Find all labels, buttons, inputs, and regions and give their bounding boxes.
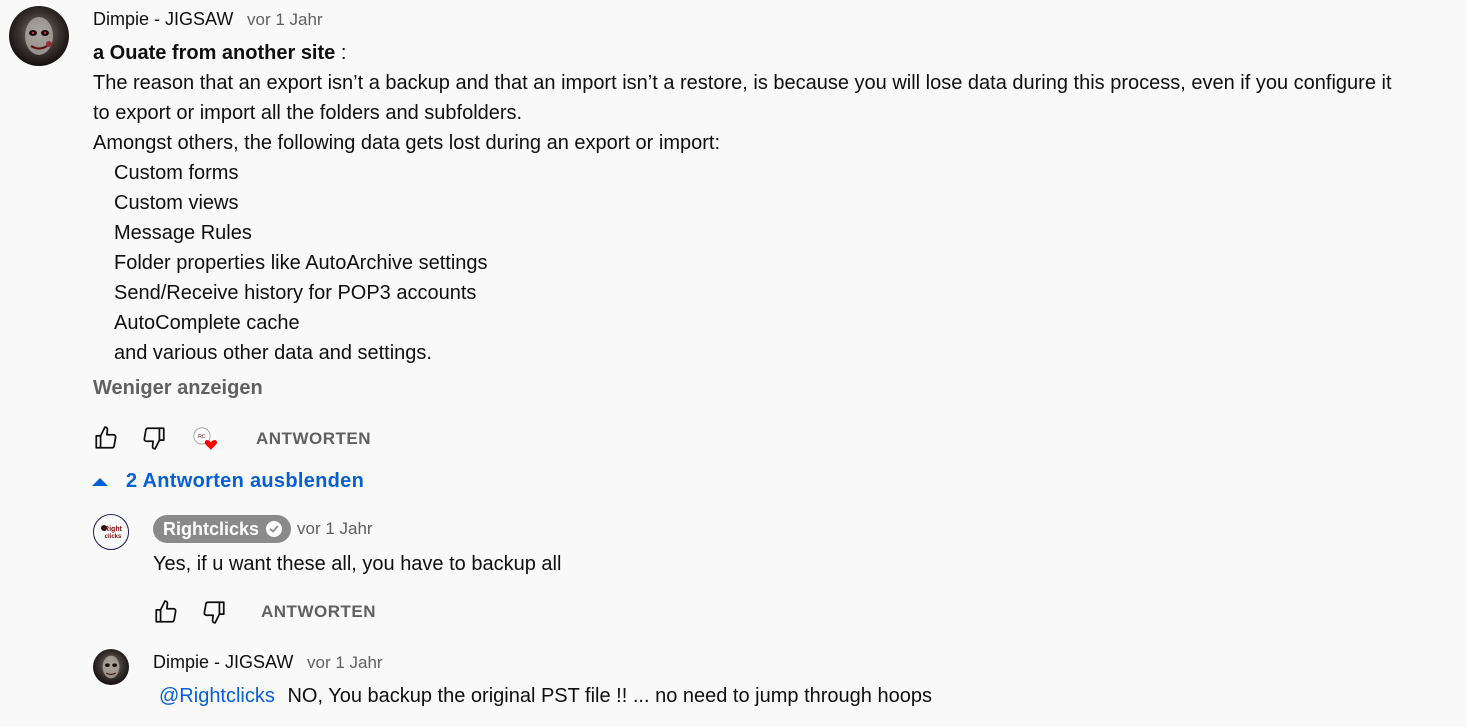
quote-suffix: : [335,42,347,64]
mention-link[interactable]: @Rightclicks [159,685,275,707]
reply-text: @Rightclicks NO, You backup the original… [153,685,932,708]
reply-timestamp[interactable]: vor 1 Jahr [307,653,383,673]
list-item: and various other data and settings. [114,342,432,364]
reply-author-badge[interactable]: Rightclicks [153,515,292,543]
chevron-up-icon [92,477,108,486]
show-less-button[interactable]: Weniger anzeigen [93,377,263,400]
rightclicks-logo-icon: Right clicks [95,516,127,548]
reply-avatar[interactable] [93,649,129,685]
list-item: Folder properties like AutoArchive setti… [114,252,488,274]
dark-face-avatar-icon [9,6,69,66]
list-item: Custom views [114,192,239,214]
svg-text:Right: Right [104,526,123,533]
thumbs-down-icon [203,601,225,624]
creator-heart-badge: RC [193,427,225,459]
like-button[interactable] [153,599,179,625]
thumbs-up-icon [95,426,117,449]
thumbs-up-icon [155,600,177,623]
list-item: Message Rules [114,222,252,244]
quote-bold-text: a Ouate from another site [93,42,336,64]
comment-avatar[interactable] [9,6,69,66]
svg-text:clicks: clicks [105,534,122,540]
comment-quote-line: a Ouate from another site : [93,38,346,68]
creator-heart-icon: RC [193,427,218,450]
list-item: AutoComplete cache [114,312,300,334]
list-item: Send/Receive history for POP3 accounts [114,282,477,304]
reply-author: Rightclicks [163,518,260,539]
comment-line-1: The reason that an export isn’t a backup… [93,72,1392,94]
hide-replies-button[interactable]: 2 Antworten ausblenden [90,470,364,493]
dark-face-avatar-icon [93,649,129,685]
reply-body: NO, You backup the original PST file !! … [287,685,932,707]
like-button[interactable] [93,425,119,451]
comment-author[interactable]: Dimpie - JIGSAW [93,9,233,30]
dislike-button[interactable] [201,599,227,625]
reply-text: Yes, if u want these all, you have to ba… [153,553,562,575]
reply-button[interactable]: ANTWORTEN [256,429,371,449]
comment-line-2: to export or import all the folders and … [93,102,523,124]
reply-author[interactable]: Dimpie - JIGSAW [153,652,293,673]
comment-thread: Dimpie - JIGSAW vor 1 Jahr a Ouate from … [0,0,1466,727]
comment-line-3: Amongst others, the following data gets … [93,132,721,154]
comment-timestamp[interactable]: vor 1 Jahr [247,10,323,30]
reply-timestamp[interactable]: vor 1 Jahr [297,519,373,539]
reply-avatar[interactable]: Right clicks [93,514,129,550]
svg-text:RC: RC [198,434,206,440]
hide-replies-label: 2 Antworten ausblenden [126,470,365,492]
thumbs-down-icon [143,427,165,450]
list-item: Custom forms [114,162,239,184]
verified-check-icon [266,521,283,537]
reply-button[interactable]: ANTWORTEN [261,602,376,622]
dislike-button[interactable] [141,425,167,451]
